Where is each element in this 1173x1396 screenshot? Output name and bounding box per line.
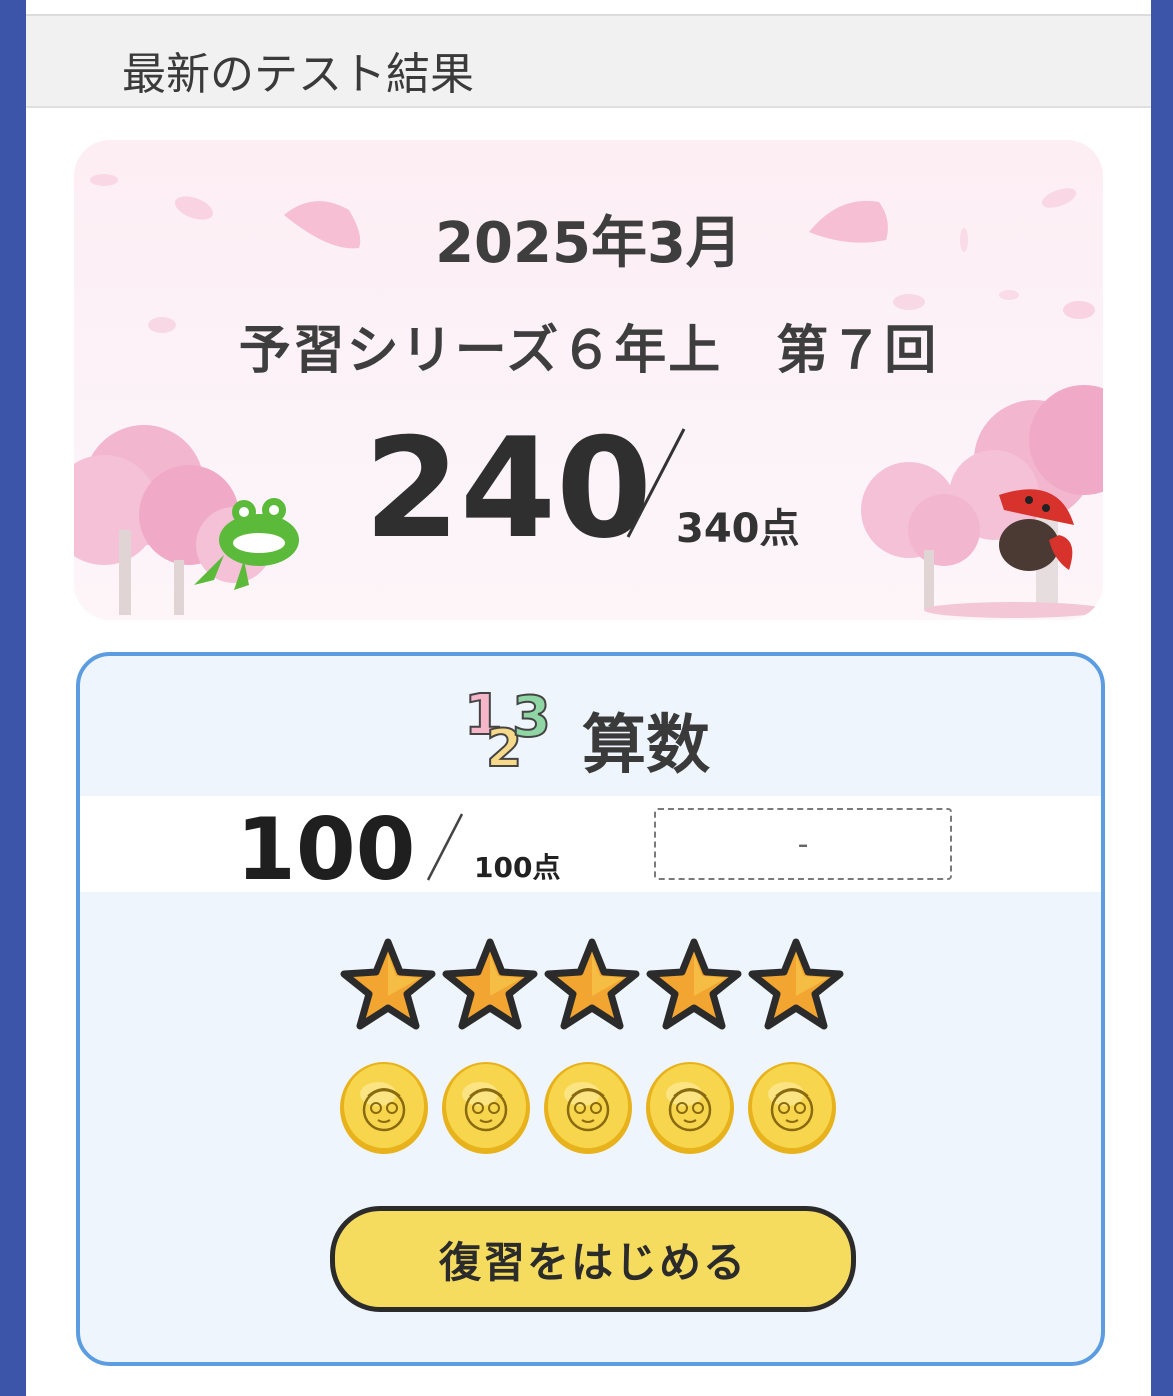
section-title: 最新のテスト結果 [122,49,474,100]
coin-rewards [338,1060,838,1160]
section-header: 最新のテスト結果 [26,16,1151,108]
subject-score: 100 [236,800,416,900]
coin-icon [338,1060,430,1160]
subject-max-score: 100点 [474,851,561,884]
total-score: 240 [364,408,653,569]
start-review-button[interactable]: 復習をはじめる [330,1206,856,1312]
subject-score-row: 100 100点 - [80,796,1101,900]
total-max-score: 340点 [676,506,800,552]
subject-card-math: 1 2 3 算数 100 100点 - 復習をはじめる [76,652,1105,1366]
star-icon [746,936,846,1036]
coin-icon [746,1060,838,1160]
star-icon [440,936,540,1036]
coin-icon [542,1060,634,1160]
star-rating [338,936,846,1036]
subject-score-slash [426,813,464,881]
test-date: 2025年3月 [435,211,742,276]
test-series-title: 予習シリーズ６年上 第７回 [238,321,939,381]
numbers-123-icon: 1 2 3 [463,682,552,772]
right-trees [861,385,1103,618]
subject-name: 算数 [582,709,710,783]
coin-icon [440,1060,532,1160]
star-icon [644,936,744,1036]
results-panel: 最新のテスト結果 2025年3月 予習シリーズ６年上 第７回 240 340点 … [26,0,1151,1396]
top-divider [26,0,1151,16]
rank-box: - [654,808,952,880]
svg-text:3: 3 [512,685,551,750]
subject-header: 1 2 3 算数 [80,656,1101,796]
star-icon [542,936,642,1036]
latest-test-card[interactable]: 2025年3月 予習シリーズ６年上 第７回 240 340点 [74,140,1103,620]
coin-icon [644,1060,736,1160]
star-icon [338,936,438,1036]
